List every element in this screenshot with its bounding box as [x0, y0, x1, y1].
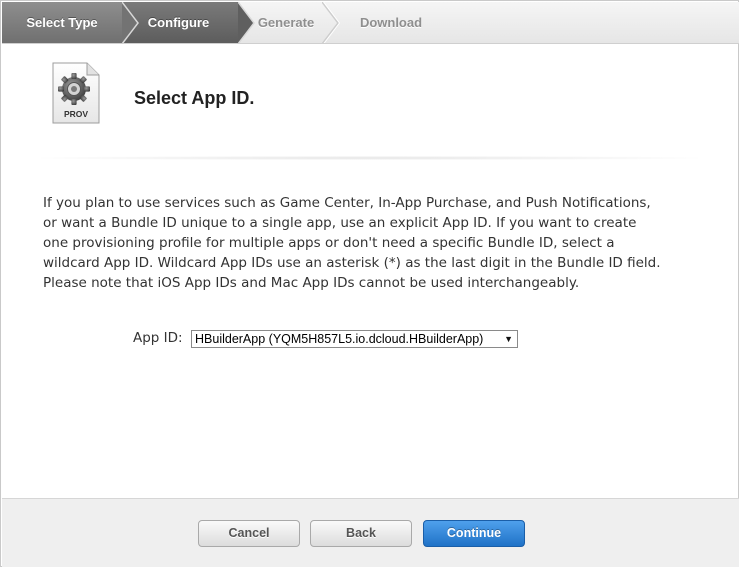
cancel-button[interactable]: Cancel — [198, 520, 300, 547]
step-label: Configure — [147, 15, 210, 30]
step-download: Download — [336, 2, 446, 43]
app-id-select[interactable]: HBuilderApp (YQM5H857L5.io.dcloud.HBuild… — [191, 330, 518, 348]
prov-icon-label: PROV — [64, 109, 88, 119]
step-separator-icon — [238, 2, 258, 43]
step-select-type[interactable]: Select Type — [2, 2, 122, 43]
app-id-label: App ID: — [133, 330, 183, 346]
step-separator-icon — [122, 2, 142, 43]
divider — [41, 156, 698, 160]
step-bar: Select Type Configure Generate Download — [2, 2, 739, 44]
provisioning-profile-icon: PROV — [49, 61, 101, 125]
continue-button[interactable]: Continue — [423, 520, 525, 547]
page-frame: Select Type Configure Generate Download … — [0, 0, 739, 567]
page-title: Select App ID. — [134, 88, 255, 108]
step-label: Select Type — [26, 15, 98, 30]
step-separator-icon — [322, 2, 342, 43]
back-button[interactable]: Back — [310, 520, 412, 547]
footer-bar: Cancel Back Continue — [2, 498, 739, 567]
chevron-down-icon: ▼ — [504, 334, 513, 344]
step-label: Generate — [257, 15, 315, 30]
app-id-selected-value: HBuilderApp (YQM5H857L5.io.dcloud.HBuild… — [195, 332, 484, 346]
description-text: If you plan to use services such as Game… — [43, 195, 661, 291]
step-label: Download — [359, 15, 423, 30]
